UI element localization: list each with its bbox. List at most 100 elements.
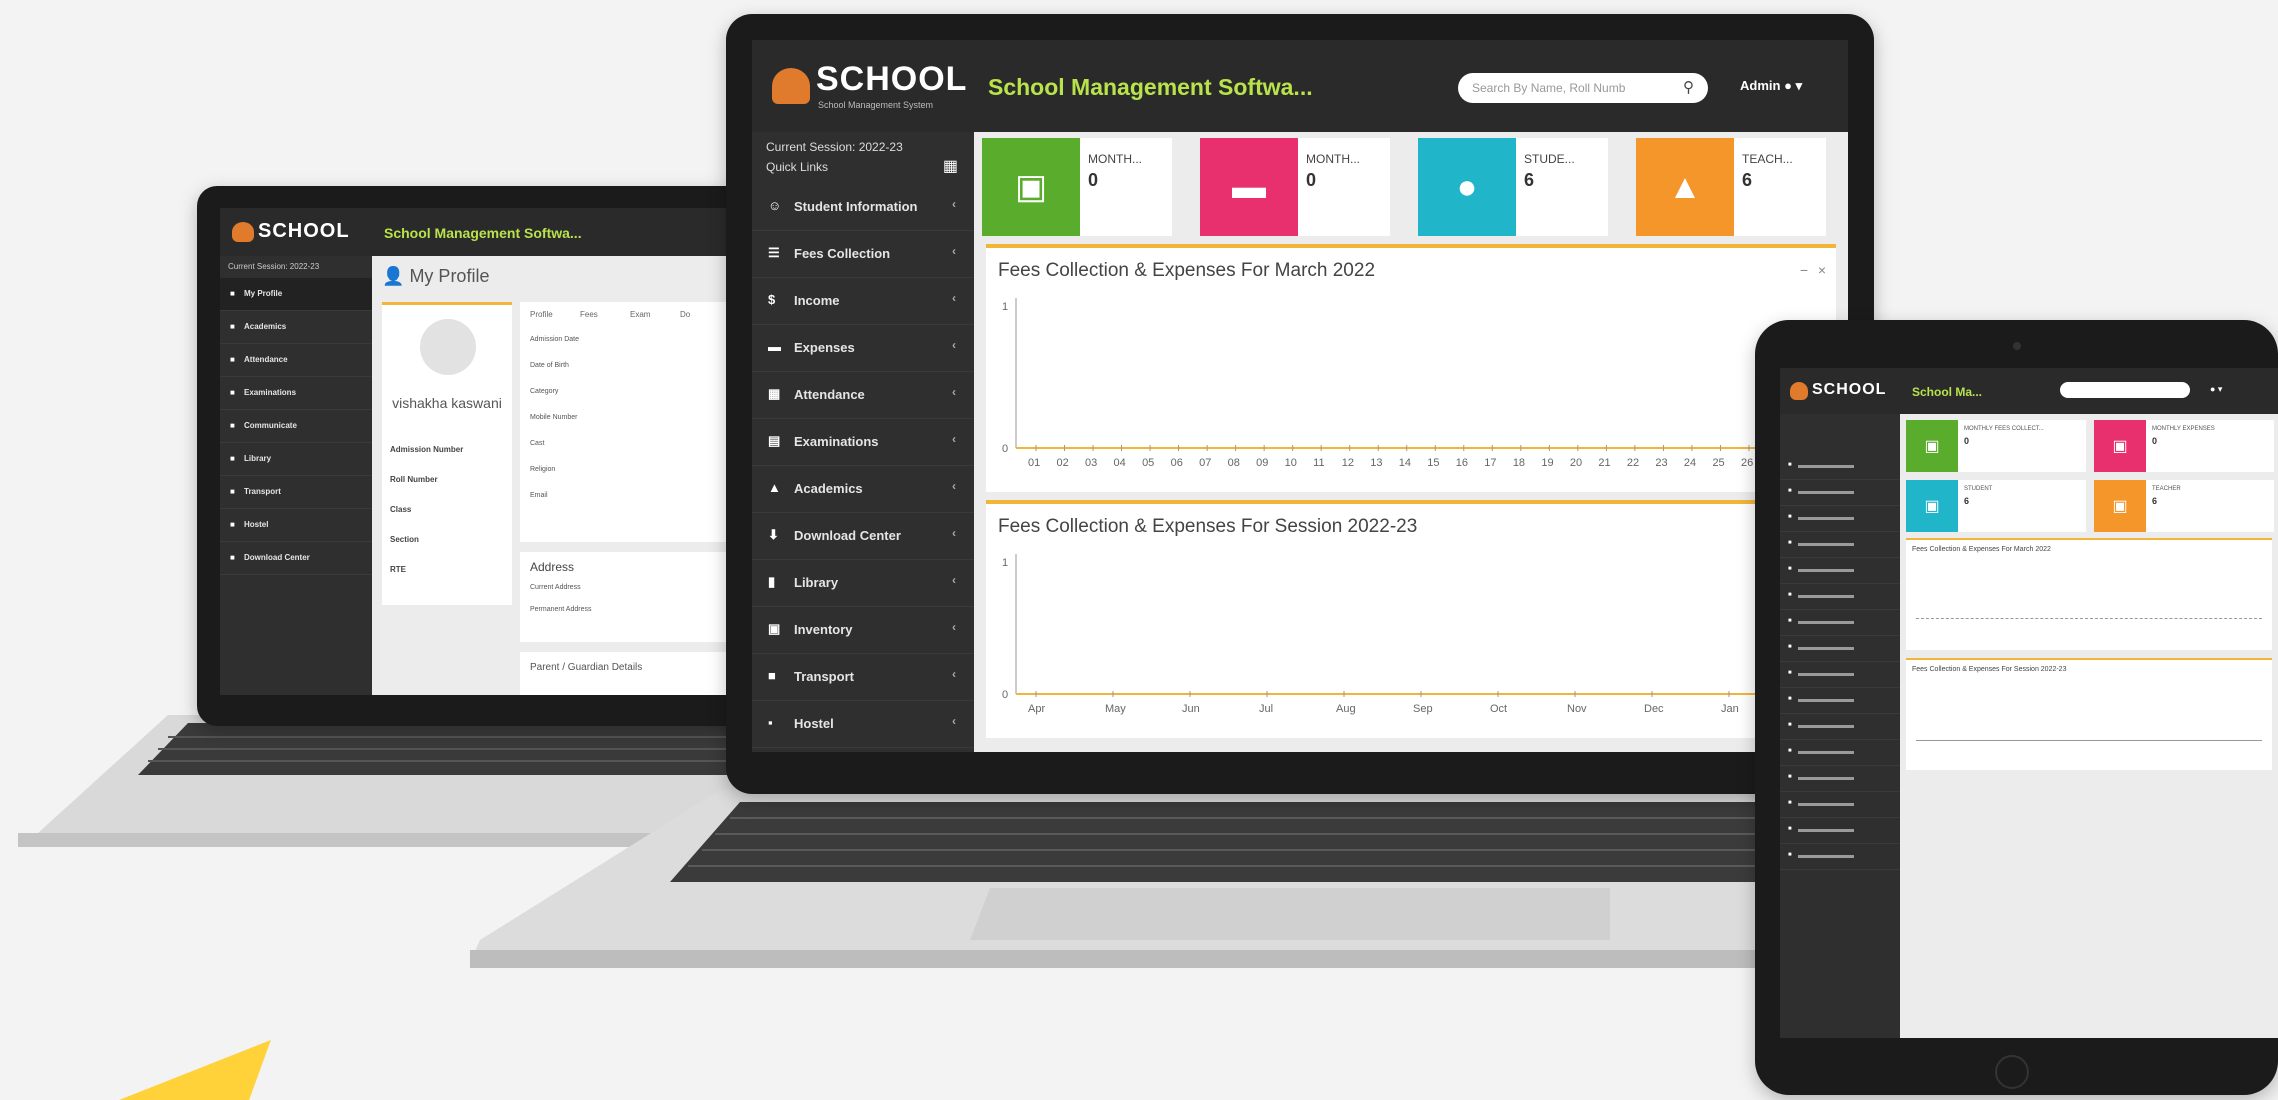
sidebar-item-communicate[interactable]: ■ Communicate <box>220 410 372 443</box>
sidebar-item[interactable]: ■ <box>1780 636 1900 662</box>
x-tick-label: 05 <box>1142 457 1154 469</box>
grid-icon[interactable]: ▦ <box>943 156 958 176</box>
sidebar-item-attendance[interactable]: ▦ Attendance ‹ <box>752 372 974 419</box>
sidebar-item[interactable]: ■ <box>1780 454 1900 480</box>
stat-card[interactable]: ▣ MONTHLY FEES COLLECT... 0 <box>1906 420 2086 472</box>
sidebar-item-income[interactable]: $ Income ‹ <box>752 278 974 325</box>
stat-card[interactable]: ▣ MONTH... 0 <box>982 138 1172 236</box>
search-box[interactable]: Search By Name, Roll Numb ⚲ <box>1458 73 1708 103</box>
app-title: School Management Softwa... <box>988 74 1313 100</box>
session-label: Current Session: 2022-23 <box>228 262 320 271</box>
sidebar-item-library[interactable]: ▮ Library ‹ <box>752 560 974 607</box>
sidebar-item-examinations[interactable]: ▤ Examinations ‹ <box>752 419 974 466</box>
sidebar-item-my-profile[interactable]: ■ My Profile <box>220 278 372 311</box>
sidebar-item[interactable]: ■ <box>1780 610 1900 636</box>
tablet-screen: SCHOOL School Ma... ● ▾ ■ ■ ■ ■ ■ ■ ■ ■ ■ ■ ■ ■ ■ ■ ■ ■… <box>1780 368 2278 1038</box>
sidebar-item-expenses[interactable]: ▬ Expenses ‹ <box>752 325 974 372</box>
session-label: Current Session: 2022-23 <box>766 140 903 154</box>
tab-fees[interactable]: Fees <box>580 310 598 319</box>
chevron-down-icon: ▾ <box>1795 78 1803 93</box>
info-row-label: Admission Number <box>390 445 464 454</box>
dashboard-content: ▣ MONTH... 0 ▬ MONTH... 0 ● STUDE... 6 ▲ TEACH... 6… <box>974 132 1848 752</box>
sidebar-item[interactable]: ■ <box>1780 506 1900 532</box>
sidebar-item-label: Transport <box>794 669 854 684</box>
sidebar-item-academics[interactable]: ▲ Academics ‹ <box>752 466 974 513</box>
sidebar-item-label: Expenses <box>794 340 855 355</box>
stat-card[interactable]: ▲ TEACH... 6 <box>1636 138 1826 236</box>
sidebar-item[interactable]: ■ <box>1780 844 1900 870</box>
tab-exam[interactable]: Exam <box>630 310 650 319</box>
sidebar-item-attendance[interactable]: ■ Attendance <box>220 344 372 377</box>
x-tick-label: 21 <box>1598 457 1610 469</box>
search-input[interactable]: Search By Name, Roll Numb <box>1472 81 1625 95</box>
download-icon: ⬇ <box>768 527 779 542</box>
sidebar-item-hostel[interactable]: ▪ Hostel ‹ <box>752 701 974 748</box>
admin-menu[interactable]: ● ▾ <box>2210 384 2222 395</box>
logo-text: SCHOOL <box>816 60 968 98</box>
profile-row-label: Cast <box>530 440 545 447</box>
stat-card[interactable]: ▣ MONTHLY EXPENSES 0 <box>2094 420 2274 472</box>
chart-title: Fees Collection & Expenses For March 202… <box>1912 546 2051 553</box>
sidebar-item[interactable]: ■ <box>1780 662 1900 688</box>
stat-card[interactable]: ▣ TEACHER 6 <box>2094 480 2274 532</box>
tab-do[interactable]: Do <box>680 310 690 319</box>
sidebar-item[interactable]: ■ <box>1780 818 1900 844</box>
chevron-left-icon: ‹ <box>952 338 956 352</box>
x-tick-label: 23 <box>1655 457 1667 469</box>
sidebar-item[interactable]: ■ <box>1780 532 1900 558</box>
left-topbar: SCHOOL School Management Softwa... <box>220 208 750 256</box>
x-tick-label: Oct <box>1490 703 1507 715</box>
stat-value: 0 <box>1306 170 1317 190</box>
stat-card[interactable]: ▣ STUDENT 6 <box>1906 480 2086 532</box>
sidebar-item-academics[interactable]: ■ Academics <box>220 311 372 344</box>
stat-card[interactable]: ▬ MONTH... 0 <box>1200 138 1390 236</box>
y-tick-label: 0 <box>1002 443 1008 455</box>
menu-icon: ■ <box>1788 462 1792 468</box>
admin-menu[interactable]: Admin ● ▾ <box>1740 78 1802 94</box>
sidebar-item-label: Examinations <box>794 434 879 449</box>
sidebar-item-download-center[interactable]: ⬇ Download Center ‹ <box>752 513 974 560</box>
tablet-sidebar: ■ ■ ■ ■ ■ ■ ■ ■ ■ ■ ■ ■ ■ ■ ■ ■ <box>1780 414 1900 1038</box>
menu-icon: ■ <box>230 421 235 430</box>
building-icon: ▪ <box>768 715 773 730</box>
sidebar-item[interactable]: ■ <box>1780 714 1900 740</box>
sidebar-item-hostel[interactable]: ■ Hostel <box>220 509 372 542</box>
menu-icon: ■ <box>230 322 235 331</box>
tab-profile[interactable]: Profile <box>530 310 553 319</box>
sidebar-item-download-center[interactable]: ■ Download Center <box>220 542 372 575</box>
sidebar-item[interactable]: ■ <box>1780 688 1900 714</box>
stat-icon: ▣ <box>1906 420 1958 472</box>
march-chart: 1001 02 03 04 05 06 07 08 09 10 11 12 13 14 15 16 17 18 19… <box>1002 298 1816 469</box>
sidebar-item-student-information[interactable]: ☺ Student Information ‹ <box>752 184 974 231</box>
sidebar-item[interactable]: ■ <box>1780 480 1900 506</box>
sidebar-item-transport[interactable]: ■ Transport <box>220 476 372 509</box>
logo-text: SCHOOL <box>1812 381 1887 398</box>
sidebar-item-transport[interactable]: ■ Transport ‹ <box>752 654 974 701</box>
sidebar-item[interactable]: ■ <box>1780 740 1900 766</box>
sidebar-item[interactable]: ■ <box>1780 766 1900 792</box>
search-box[interactable] <box>2060 382 2190 398</box>
minimize-icon[interactable]: − <box>1800 262 1808 278</box>
menu-line <box>1798 543 1854 546</box>
x-tick-label: Jun <box>1182 703 1200 715</box>
address-title: Address <box>530 560 575 574</box>
x-tick-label: 07 <box>1199 457 1211 469</box>
quick-links-label[interactable]: Quick Links <box>766 160 828 174</box>
menu-icon: ■ <box>230 487 235 496</box>
stat-card[interactable]: ● STUDE... 6 <box>1418 138 1608 236</box>
search-icon[interactable]: ⚲ <box>1683 78 1694 96</box>
x-tick-label: 24 <box>1684 457 1696 469</box>
x-tick-label: May <box>1105 703 1126 715</box>
sidebar-item-inventory[interactable]: ▣ Inventory ‹ <box>752 607 974 654</box>
menu-icon: ■ <box>1788 774 1792 780</box>
sidebar-item[interactable]: ■ <box>1780 584 1900 610</box>
x-tick-label: 18 <box>1513 457 1525 469</box>
sidebar-item[interactable]: ■ <box>1780 792 1900 818</box>
sidebar-item-examinations[interactable]: ■ Examinations <box>220 377 372 410</box>
sidebar-item-library[interactable]: ■ Library <box>220 443 372 476</box>
close-icon[interactable]: × <box>1818 262 1826 278</box>
exam-icon: ▤ <box>768 433 781 448</box>
tablet-home-button[interactable] <box>1995 1055 2029 1089</box>
sidebar-item-fees-collection[interactable]: ☰ Fees Collection ‹ <box>752 231 974 278</box>
sidebar-item[interactable]: ■ <box>1780 558 1900 584</box>
